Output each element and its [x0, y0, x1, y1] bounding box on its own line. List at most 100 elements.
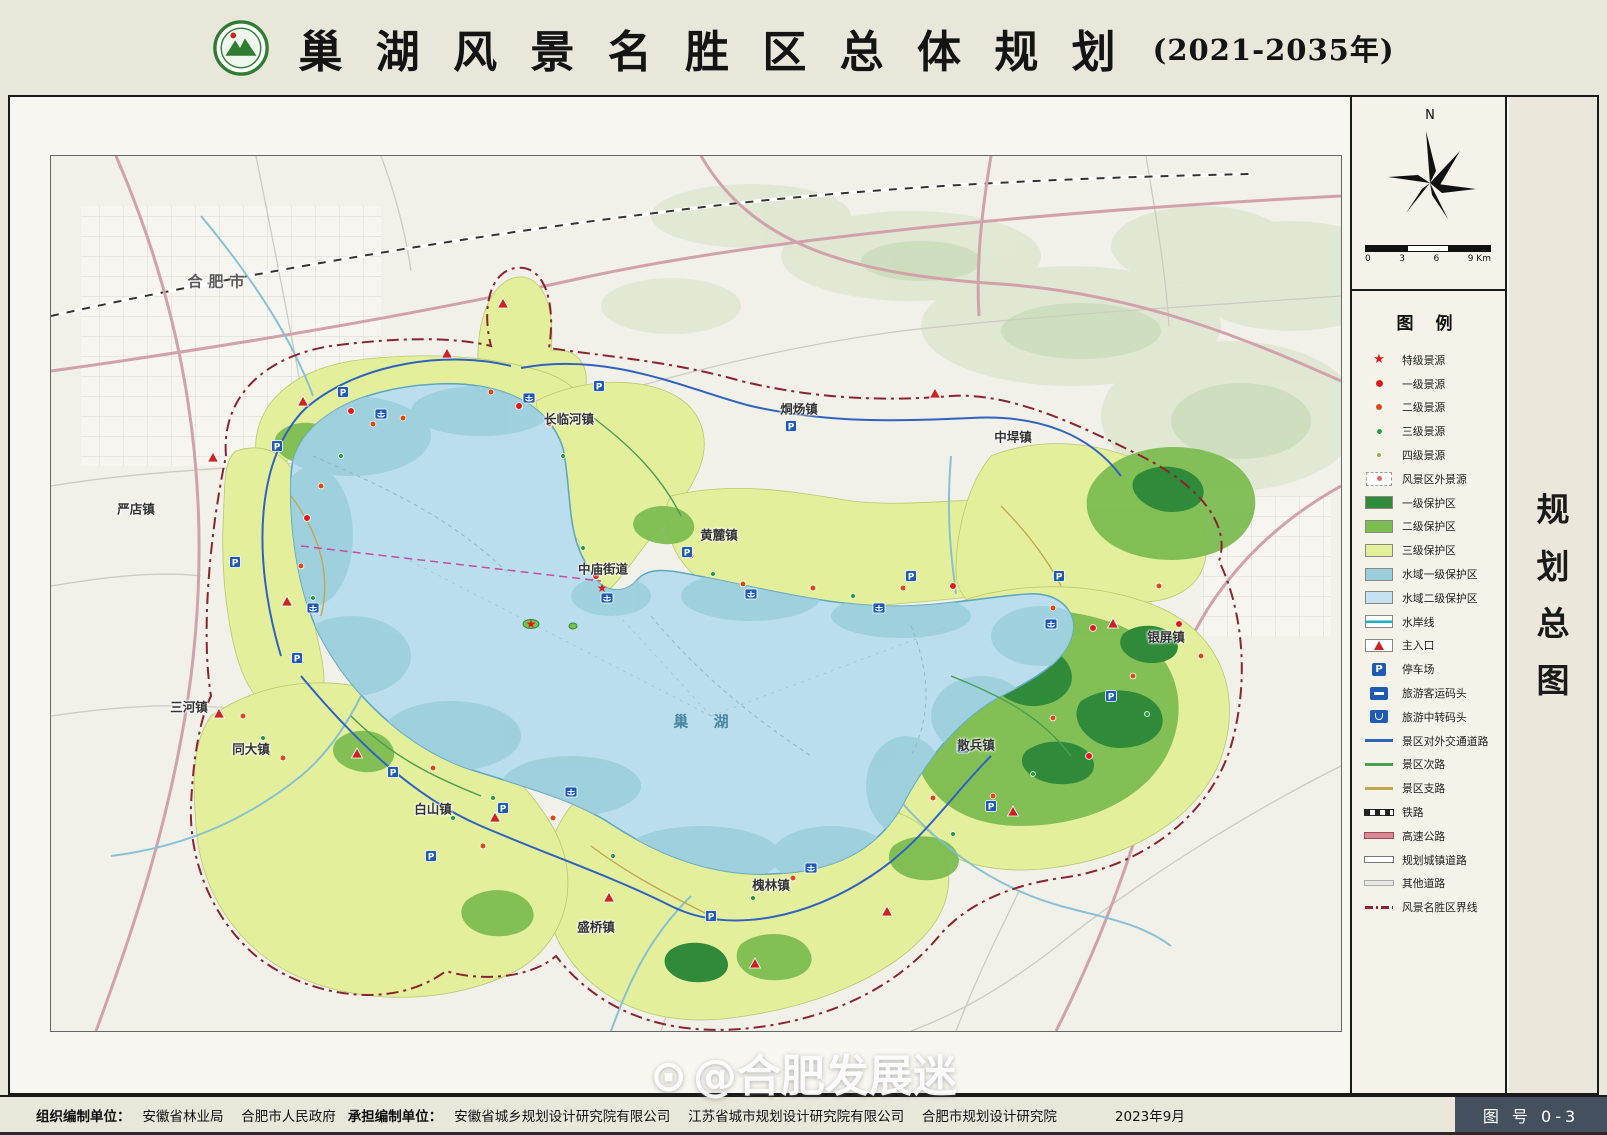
- legend-swatch-cityroad: [1364, 856, 1394, 863]
- watermark-text: @合肥发展迷: [693, 1051, 957, 1102]
- scenic-point-grade-0: ★: [526, 617, 537, 631]
- parking-icon: P: [230, 557, 241, 569]
- svg-text:P: P: [294, 654, 301, 664]
- parking-icon: P: [292, 653, 303, 665]
- legend-swatch-area: [1364, 568, 1394, 581]
- legend-swatch-otherroad: [1364, 880, 1394, 886]
- parking-icon: P: [986, 801, 997, 813]
- legend-swatch-line: [1364, 787, 1394, 790]
- side-title: 规划总图: [1509, 97, 1597, 1093]
- page-title: 巢 湖 风 景 名 胜 区 总 体 规 划: [298, 16, 1124, 80]
- sheet-number-badge: 图 号 0-3: [1455, 1097, 1607, 1132]
- legend-row: 三级保护区: [1364, 538, 1497, 562]
- map-label-town: 槐林镇: [752, 875, 790, 894]
- legend-row: 水域二级保护区: [1364, 586, 1497, 610]
- legend-swatch-entrance: [1364, 639, 1394, 652]
- scale-labels: 0369 Km: [1365, 254, 1491, 264]
- legend-label: 规划城镇道路: [1402, 852, 1467, 868]
- svg-text:P: P: [1056, 572, 1063, 582]
- legend-label: 景区对外交通道路: [1402, 733, 1488, 749]
- legend-row: 铁路: [1364, 800, 1497, 824]
- pier-icon: [873, 603, 885, 613]
- side-title-char: 划: [1537, 550, 1570, 583]
- side-title-char: 总: [1537, 607, 1570, 640]
- legend-row: P停车场: [1364, 657, 1497, 681]
- scenic-point-grade-3: [851, 594, 856, 599]
- legend-label: 风景区外景源: [1402, 471, 1467, 487]
- legend-row: 主入口: [1364, 634, 1497, 658]
- scenic-point-grade-2: [810, 585, 816, 591]
- scenic-point-grade-1: [1090, 625, 1097, 632]
- legend-swatch-pier1: [1364, 687, 1394, 700]
- map-label-city: 合肥市: [187, 271, 250, 292]
- legend-row: 其他道路: [1364, 872, 1497, 896]
- legend-row: 景区次路: [1364, 753, 1497, 777]
- legend-row: 旅游中转码头: [1364, 705, 1497, 729]
- scenic-point-grade-2: [1130, 673, 1136, 679]
- legend-label: 水岸线: [1402, 614, 1434, 630]
- scale-tick: 6: [1433, 254, 1439, 264]
- legend-swatch-waterline: [1364, 615, 1394, 628]
- map-label-town: 散兵镇: [957, 735, 995, 754]
- scenic-point-grade-3: [611, 854, 616, 859]
- map-label-town: 长临河镇: [544, 409, 594, 428]
- map-area: ★★ PPPPPPPPPPPPPPP 合肥市严店镇三河镇同大镇白山镇盛桥镇槐林镇…: [50, 155, 1342, 1032]
- legend-row: 二级保护区: [1364, 515, 1497, 539]
- legend-label: 一级景源: [1402, 376, 1445, 392]
- legend-swatch-rail: [1364, 809, 1394, 816]
- scale-bar-segments: [1365, 245, 1491, 252]
- svg-text:P: P: [428, 852, 435, 862]
- legend-swatch-boundary: [1364, 906, 1394, 909]
- parking-icon: P: [1106, 691, 1117, 703]
- legend-row: 一级景源: [1364, 372, 1497, 396]
- legend-row: ★特级景源: [1364, 348, 1497, 372]
- map-label-town: 中庙街道: [578, 559, 628, 578]
- legend-swatch-pier2: [1364, 710, 1394, 723]
- legend-label: 高速公路: [1402, 828, 1445, 844]
- legend-label: 水域二级保护区: [1402, 590, 1478, 606]
- legend-row: 风景名胜区界线: [1364, 895, 1497, 919]
- legend-label: 主入口: [1402, 637, 1434, 653]
- map-label-lake: 巢 湖: [673, 711, 738, 732]
- scenic-point-grade-2: [1198, 653, 1204, 659]
- legend-row: 四级景源: [1364, 443, 1497, 467]
- scenic-point-grade-1: [516, 403, 523, 410]
- scenic-area-emblem-icon: [212, 19, 270, 77]
- scale-tick: 0: [1365, 254, 1371, 264]
- legend-row: 二级景源: [1364, 396, 1497, 420]
- scenic-point-grade-2: [488, 389, 494, 395]
- scenic-point-grade-2: [370, 421, 376, 427]
- page-subtitle: (2021-2035年): [1153, 27, 1395, 69]
- north-arrow-icon: N: [1370, 103, 1490, 243]
- map-label-town: 同大镇: [232, 739, 270, 758]
- scenic-point-grade-3: [339, 454, 344, 459]
- legend-swatch-area: [1364, 544, 1394, 557]
- legend-swatch-highway: [1364, 832, 1394, 839]
- svg-text:P: P: [274, 442, 281, 452]
- svg-text:P: P: [390, 768, 397, 778]
- scenic-point-grade-3: [561, 454, 566, 459]
- scenic-point-grade-1: [348, 408, 355, 415]
- watermark: ⊙@合肥发展迷: [650, 1040, 957, 1104]
- undertake-label: 承担编制单位：: [348, 1105, 443, 1125]
- scenic-point-grade-1: [1086, 753, 1093, 760]
- scenic-point-grade-2: [430, 765, 436, 771]
- parking-icon: P: [786, 421, 797, 433]
- legend-label: 三级景源: [1402, 423, 1445, 439]
- org-value: 安徽省林业局 合肥市人民政府: [143, 1105, 336, 1125]
- scenic-point-grade-2: [1050, 605, 1056, 611]
- scenic-point-grade-2: [900, 585, 906, 591]
- map-label-town: 三河镇: [170, 697, 208, 716]
- sheet-frame: ★★ PPPPPPPPPPPPPPP 合肥市严店镇三河镇同大镇白山镇盛桥镇槐林镇…: [8, 95, 1599, 1095]
- legend-title: 图 例: [1352, 309, 1505, 334]
- svg-text:P: P: [232, 558, 239, 568]
- map-label-town: 白山镇: [414, 799, 452, 818]
- scenic-point-grade-3: [1031, 772, 1036, 777]
- legend-swatch-dot: [1364, 404, 1394, 410]
- pier-icon: [1045, 619, 1057, 629]
- legend-swatch-line: [1364, 739, 1394, 742]
- legend-label: 其他道路: [1402, 875, 1445, 891]
- compass-box: N 0369 Km: [1352, 97, 1505, 291]
- parking-icon: P: [906, 571, 917, 583]
- scenic-point-grade-2: [400, 415, 406, 421]
